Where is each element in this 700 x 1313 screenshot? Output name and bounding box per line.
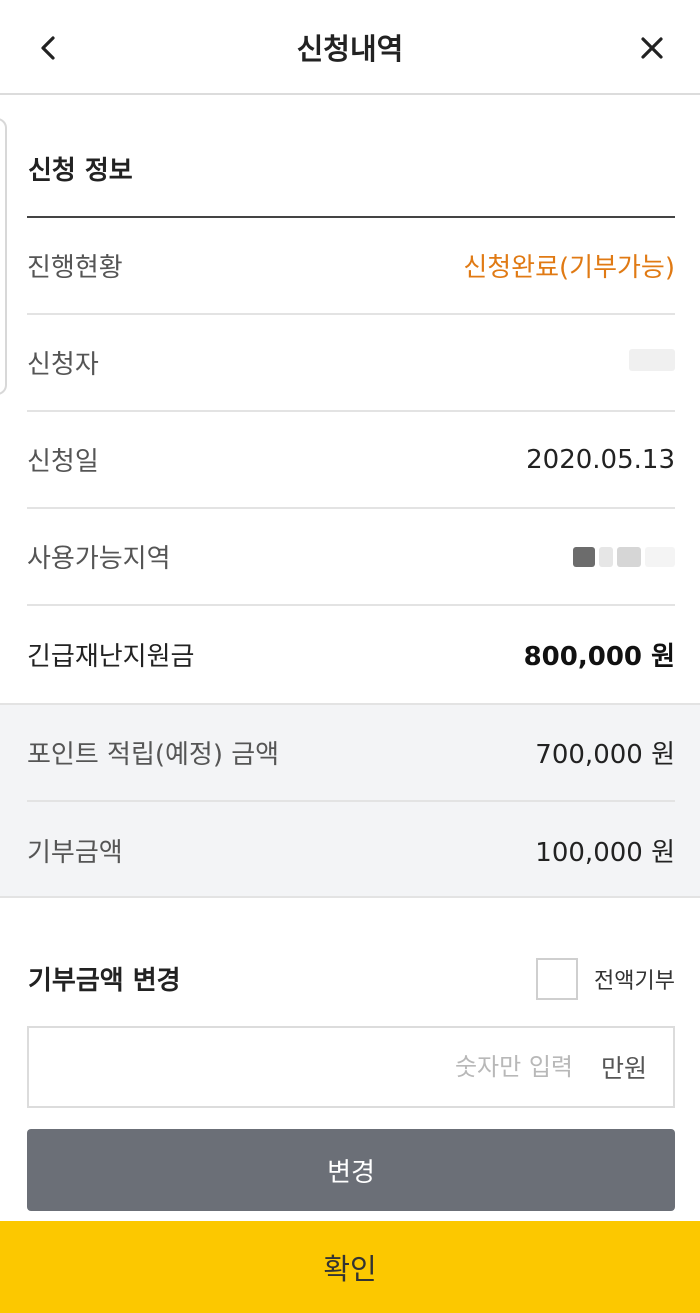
date-value: 2020.05.13 — [526, 444, 675, 475]
info-row-status: 진행현황 신청완료(기부가능) — [27, 218, 675, 315]
status-label: 진행현황 — [27, 253, 123, 283]
page-title: 신청내역 — [296, 32, 404, 66]
full-donation-checkbox[interactable] — [536, 958, 579, 1000]
side-drawer-handle[interactable] — [0, 118, 7, 395]
info-row-relief-fund: 긴급재난지원금 800,000 원 — [27, 606, 675, 703]
change-button[interactable]: 변경 — [27, 1129, 675, 1211]
region-label: 사용가능지역 — [27, 544, 171, 574]
applicant-label: 신청자 — [27, 350, 99, 380]
amount-summary-panel: 포인트 적립(예정) 금액 700,000 원 기부금액 100,000 원 — [0, 703, 700, 898]
summary-row-points: 포인트 적립(예정) 금액 700,000 원 — [27, 705, 675, 802]
app-header: 신청내역 — [0, 0, 700, 95]
full-donation-toggle[interactable]: 전액기부 — [536, 958, 675, 1000]
donation-change-title: 기부금액 변경 — [28, 966, 181, 996]
applicant-value-redacted — [629, 348, 675, 378]
status-value: 신청완료(기부가능) — [463, 253, 675, 283]
donation-amount-field: 만원 — [27, 1026, 675, 1108]
summary-row-donation: 기부금액 100,000 원 — [27, 802, 675, 899]
donation-label: 기부금액 — [27, 838, 123, 868]
relief-fund-label: 긴급재난지원금 — [27, 642, 195, 672]
date-label: 신청일 — [27, 447, 99, 477]
close-button[interactable] — [626, 22, 678, 74]
section-title-application-info: 신청 정보 — [28, 156, 133, 186]
points-value: 700,000 원 — [535, 740, 675, 770]
info-row-applicant: 신청자 — [27, 315, 675, 412]
info-row-date: 신청일 2020.05.13 — [27, 412, 675, 509]
region-value-redacted — [573, 546, 675, 567]
points-label: 포인트 적립(예정) 금액 — [27, 740, 280, 770]
confirm-button[interactable]: 확인 — [0, 1221, 700, 1313]
unit-label: 만원 — [600, 1054, 647, 1083]
full-donation-label: 전액기부 — [594, 969, 675, 994]
info-row-region: 사용가능지역 — [27, 509, 675, 606]
donation-amount-input[interactable] — [29, 1053, 601, 1081]
donation-value: 100,000 원 — [535, 838, 675, 868]
relief-fund-value: 800,000 원 — [523, 642, 675, 672]
close-icon — [641, 37, 663, 59]
